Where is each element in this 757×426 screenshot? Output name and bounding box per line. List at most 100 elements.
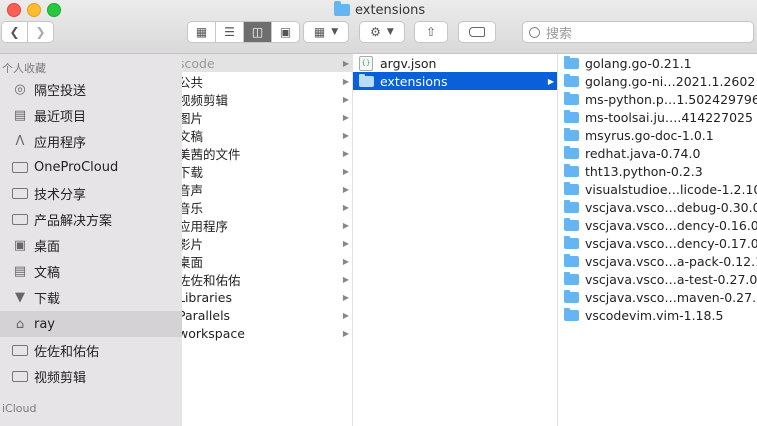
list-item[interactable]: vscodevim.vim-1.18.5 — [558, 306, 757, 324]
folder-icon — [564, 271, 579, 285]
sidebar-item-solutions[interactable]: 产品解决方案 — [0, 206, 182, 232]
sidebar: 个人收藏 ◎ 隔空投送 ▤ 最近项目 Λ 应用程序 OneProCloud 技术… — [0, 54, 182, 426]
folder-icon — [564, 127, 579, 141]
list-item[interactable]: vscjava.vsco…maven-0.27.1 — [558, 288, 757, 306]
list-item[interactable]: msyrus.go-doc-1.0.1 — [558, 126, 757, 144]
sidebar-item-label: 下载 — [34, 291, 61, 307]
sidebar-item-video-edit[interactable]: 视频剪辑 — [0, 363, 182, 389]
favorites-header: 个人收藏 — [2, 62, 46, 75]
folder-icon — [564, 109, 579, 123]
gear-icon: ⚙ — [370, 25, 381, 39]
sidebar-item-label: 文稿 — [34, 265, 61, 281]
list-item[interactable]: {} argv.json — [353, 54, 557, 72]
folder-icon — [564, 217, 579, 231]
tag-button[interactable] — [458, 21, 496, 43]
list-item[interactable]: vscjava.vsco…dency-0.16.0 — [558, 216, 757, 234]
gallery-view-button[interactable]: ▣ — [272, 22, 299, 42]
chevron-right-icon: ▶ — [342, 292, 349, 302]
airdrop-icon: ◎ — [14, 81, 26, 97]
sidebar-item-desktop[interactable]: ▣ 桌面 — [0, 232, 182, 258]
list-item[interactable]: Parallels ▶ — [182, 306, 352, 324]
chevron-right-icon: ▶ — [342, 274, 349, 284]
sidebar-item-recents[interactable]: ▤ 最近项目 — [0, 102, 182, 128]
list-item[interactable]: 音声▶ — [182, 180, 352, 198]
chevron-right-icon: ▶ — [342, 76, 349, 86]
sidebar-item-downloads[interactable]: ▼ 下载 — [0, 284, 182, 310]
column-view-button[interactable]: ◫ — [244, 22, 272, 42]
desktop-icon: ▣ — [13, 237, 27, 253]
back-button[interactable]: ❮ — [2, 22, 28, 42]
view-mode-control: ▦ ☰ ◫ ▣ — [187, 21, 300, 43]
column-view-icon: ◫ — [251, 25, 264, 39]
list-item[interactable]: 文稿▶ — [182, 126, 352, 144]
sidebar-item-documents[interactable]: ▤ 文稿 — [0, 258, 182, 284]
list-item[interactable]: ms-python.p…1.502429796 — [558, 90, 757, 108]
chevron-right-icon: ▶ — [342, 94, 349, 104]
share-icon: ⇧ — [425, 25, 437, 39]
sidebar-item-label: 产品解决方案 — [34, 213, 113, 229]
tag-icon — [469, 27, 485, 37]
zoom-window-button[interactable] — [47, 3, 61, 17]
folder-icon — [564, 307, 579, 321]
chevron-right-icon: ▶ — [342, 220, 349, 230]
list-item[interactable]: golang.go-0.21.1 — [558, 54, 757, 72]
documents-icon: ▤ — [13, 263, 27, 279]
sidebar-item-home[interactable]: ⌂ ray — [0, 311, 182, 337]
list-item[interactable]: Libraries ▶ — [182, 288, 352, 306]
list-item[interactable]: 音乐▶ — [182, 198, 352, 216]
chevron-right-icon: ▶ — [342, 256, 349, 266]
list-item[interactable]: scode▶ — [182, 54, 352, 72]
home-icon: ⌂ — [15, 316, 25, 332]
sidebar-item-oneprocloud[interactable]: OneProCloud — [0, 154, 182, 180]
folder-icon — [11, 186, 29, 200]
folder-icon — [11, 369, 29, 383]
icon-view-button[interactable]: ▦ — [188, 22, 216, 42]
list-item[interactable]: 下载▶ — [182, 162, 352, 180]
list-item[interactable]: workspace ▶ — [182, 324, 352, 342]
folder-icon — [564, 163, 579, 177]
list-item[interactable]: tht13.python-0.2.3 — [558, 162, 757, 180]
folder-icon — [11, 212, 29, 226]
chevron-right-icon: ▶ — [342, 166, 349, 176]
list-item-selected[interactable]: extensions ▶ — [353, 72, 557, 90]
window-title: extensions — [334, 1, 425, 19]
chevron-right-icon: ▶ — [342, 238, 349, 248]
sidebar-item-applications[interactable]: Λ 应用程序 — [0, 128, 182, 154]
list-item[interactable]: 图片▶ — [182, 108, 352, 126]
group-by-button[interactable]: ▦ ▼ — [303, 21, 349, 43]
chevron-right-icon: ❯ — [35, 25, 46, 39]
forward-button[interactable]: ❯ — [28, 22, 53, 42]
list-item[interactable]: ms-toolsai.ju….414227025 — [558, 108, 757, 126]
list-item[interactable]: 影片▶ — [182, 234, 352, 252]
list-item[interactable]: redhat.java-0.74.0 — [558, 144, 757, 162]
list-item[interactable]: 公共▶ — [182, 72, 352, 90]
share-button[interactable]: ⇧ — [414, 21, 448, 43]
chevron-right-icon: ▶ — [547, 76, 554, 86]
list-item[interactable]: visualstudioe…licode-1.2.10 — [558, 180, 757, 198]
list-item[interactable]: 视频剪辑 ▶ — [182, 90, 352, 108]
sidebar-item-label: 佐佐和佑佑 — [34, 344, 100, 360]
sidebar-item-tech-share[interactable]: 技术分享 — [0, 180, 182, 206]
chevron-right-icon: ▶ — [342, 202, 349, 212]
chevron-right-icon: ▶ — [342, 130, 349, 140]
list-item[interactable]: vscjava.vsco…debug-0.30.0 — [558, 198, 757, 216]
list-item[interactable]: 美茜的文件 ▶ — [182, 144, 352, 162]
close-window-button[interactable] — [7, 3, 21, 17]
list-item[interactable]: vscjava.vsco…a-test-0.27.0 — [558, 270, 757, 288]
list-item[interactable]: vscjava.vsco…a-pack-0.12.1 — [558, 252, 757, 270]
search-field[interactable]: 搜索 — [522, 21, 754, 43]
list-item[interactable]: golang.go-ni…2021.1.2602 — [558, 72, 757, 90]
sidebar-item-label: 应用程序 — [34, 135, 87, 151]
list-item[interactable]: 桌面▶ — [182, 252, 352, 270]
sidebar-item-airdrop[interactable]: ◎ 隔空投送 — [0, 76, 182, 102]
list-item[interactable]: 应用程序 ▶ — [182, 216, 352, 234]
minimize-window-button[interactable] — [27, 3, 41, 17]
list-view-button[interactable]: ☰ — [216, 22, 244, 42]
list-item[interactable]: vscjava.vsco…dency-0.17.0 — [558, 234, 757, 252]
sidebar-item-zuozuo[interactable]: 佐佐和佑佑 — [0, 337, 182, 363]
chevron-right-icon: ▶ — [342, 310, 349, 320]
list-item[interactable]: 佐佐和佑佑 ▶ — [182, 270, 352, 288]
sidebar-item-label: 隔空投送 — [34, 83, 87, 99]
action-menu-button[interactable]: ⚙ ▼ — [359, 21, 405, 43]
chevron-right-icon: ▶ — [342, 58, 349, 68]
